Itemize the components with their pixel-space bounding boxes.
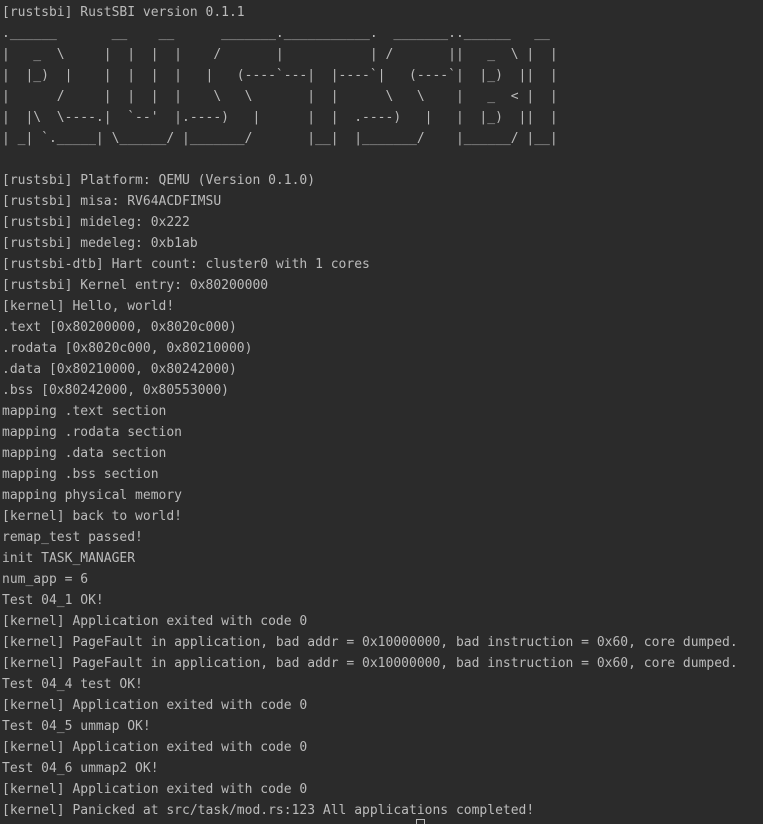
terminal-line: .bss [0x80242000, 0x80553000)	[2, 383, 229, 398]
terminal-line: [rustsbi-dtb] Hart count: cluster0 with …	[2, 257, 370, 272]
terminal-line: Test 04_1 OK!	[2, 593, 104, 608]
terminal-line: [kernel] Application exited with code 0	[2, 614, 308, 629]
terminal-line: init TASK_MANAGER	[2, 551, 136, 566]
terminal-line: Test 04_5 ummap OK!	[2, 719, 151, 734]
terminal-cursor	[416, 819, 425, 824]
terminal-line: num_app = 6	[2, 572, 89, 587]
terminal-line: [kernel] Application exited with code 0	[2, 782, 308, 797]
terminal-line: [kernel] Panicked at src/task/mod.rs:123…	[2, 803, 535, 818]
terminal-line: [rustsbi] mideleg: 0x222	[2, 215, 190, 230]
terminal-line: [kernel] Application exited with code 0	[2, 740, 308, 755]
terminal-line: .data [0x80210000, 0x80242000)	[2, 362, 237, 377]
terminal-line: [kernel] PageFault in application, bad a…	[2, 635, 738, 650]
terminal-line: [kernel] Hello, world!	[2, 299, 175, 314]
terminal-line: mapping .text section	[2, 404, 167, 419]
ascii-banner-line: | |\ \----.| `--' |.----) | | | .----) |…	[2, 110, 558, 125]
ascii-banner-line: .______ __ __ _______.___________. _____…	[2, 26, 550, 41]
terminal-line: .text [0x80200000, 0x8020c000)	[2, 320, 237, 335]
terminal-line: mapping .rodata section	[2, 425, 183, 440]
terminal-line: [kernel] PageFault in application, bad a…	[2, 656, 738, 671]
terminal-line: mapping physical memory	[2, 488, 183, 503]
terminal-window[interactable]: [rustsbi] RustSBI version 0.1.1 .______ …	[0, 0, 763, 824]
terminal-line: mapping .data section	[2, 446, 167, 461]
terminal-line: [kernel] back to world!	[2, 509, 183, 524]
terminal-line: [rustsbi] misa: RV64ACDFIMSU	[2, 194, 222, 209]
terminal-line: [rustsbi] medeleg: 0xb1ab	[2, 236, 198, 251]
terminal-line: mapping .bss section	[2, 467, 159, 482]
terminal-line: [kernel] Application exited with code 0	[2, 698, 308, 713]
terminal-line: [rustsbi] Kernel entry: 0x80200000	[2, 278, 269, 293]
terminal-line: .rodata [0x8020c000, 0x80210000)	[2, 341, 253, 356]
terminal-line: Test 04_6 ummap2 OK!	[2, 761, 159, 776]
terminal-output: [rustsbi] RustSBI version 0.1.1 .______ …	[2, 2, 738, 821]
ascii-banner-line: | _ \ | | | | / | | / || _ \ | |	[2, 47, 558, 62]
terminal-line: remap_test passed!	[2, 530, 143, 545]
terminal-line: [rustsbi] RustSBI version 0.1.1	[2, 5, 245, 20]
terminal-line: Test 04_4 test OK!	[2, 677, 143, 692]
ascii-banner-line: | |_) | | | | | | (----`---| |----`| (--…	[2, 68, 558, 83]
ascii-banner-line: | _| `._____| \______/ |_______/ |__| |_…	[2, 131, 558, 146]
terminal-line: [rustsbi] Platform: QEMU (Version 0.1.0)	[2, 173, 316, 188]
ascii-banner-line: | / | | | | \ \ | | \ \ | _ < | |	[2, 89, 558, 104]
